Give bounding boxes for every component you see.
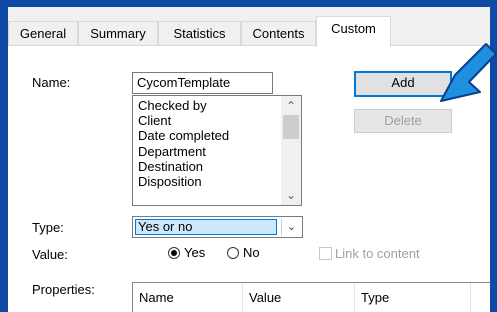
list-scrollbar[interactable]: ⌃ ⌄ bbox=[281, 96, 301, 205]
list-item[interactable]: Disposition bbox=[138, 174, 229, 189]
tab-contents[interactable]: Contents bbox=[241, 21, 316, 45]
value-label: Value: bbox=[32, 247, 68, 262]
custom-tab-content: Name: CycomTemplate Checked by Client Da… bbox=[8, 46, 490, 312]
tab-summary[interactable]: Summary bbox=[78, 21, 158, 45]
name-options-items: Checked by Client Date completed Departm… bbox=[138, 98, 229, 189]
properties-table[interactable]: Name Value Type bbox=[132, 282, 490, 312]
properties-label: Properties: bbox=[32, 282, 95, 297]
name-label: Name: bbox=[32, 75, 71, 90]
list-item[interactable]: Client bbox=[138, 113, 229, 128]
list-item[interactable]: Date completed bbox=[138, 128, 229, 143]
name-options-list[interactable]: Checked by Client Date completed Departm… bbox=[132, 95, 302, 206]
radio-yes[interactable] bbox=[168, 247, 180, 259]
radio-no[interactable] bbox=[227, 247, 239, 259]
column-header-name[interactable]: Name bbox=[133, 283, 243, 312]
tab-strip: General Summary Statistics Contents Cust… bbox=[8, 7, 490, 47]
chevron-down-icon[interactable]: ⌄ bbox=[281, 218, 301, 236]
type-select-value: Yes or no bbox=[135, 219, 277, 235]
tab-general[interactable]: General bbox=[8, 21, 78, 45]
type-label: Type: bbox=[32, 220, 64, 235]
link-to-content-checkbox[interactable] bbox=[319, 247, 332, 260]
delete-button[interactable]: Delete bbox=[354, 109, 452, 133]
column-header-value[interactable]: Value bbox=[243, 283, 355, 312]
link-to-content-label: Link to content bbox=[335, 246, 420, 261]
name-input[interactable]: CycomTemplate bbox=[132, 72, 273, 94]
add-button[interactable]: Add bbox=[354, 71, 452, 97]
window-frame-right bbox=[490, 0, 497, 312]
scroll-thumb[interactable] bbox=[283, 115, 299, 139]
window-frame-left bbox=[0, 0, 8, 312]
list-item[interactable]: Checked by bbox=[138, 98, 229, 113]
radio-no-label[interactable]: No bbox=[243, 245, 260, 260]
tab-custom[interactable]: Custom bbox=[316, 16, 391, 47]
tab-statistics[interactable]: Statistics bbox=[158, 21, 241, 45]
value-radio-group: Yes No bbox=[132, 243, 302, 265]
radio-yes-label[interactable]: Yes bbox=[184, 245, 205, 260]
column-header-type[interactable]: Type bbox=[355, 283, 471, 312]
list-item[interactable]: Destination bbox=[138, 159, 229, 174]
scroll-up-icon[interactable]: ⌃ bbox=[281, 98, 301, 114]
list-item[interactable]: Department bbox=[138, 144, 229, 159]
window-frame-top bbox=[0, 0, 497, 7]
type-select[interactable]: Yes or no ⌄ bbox=[132, 216, 303, 238]
properties-dialog: General Summary Statistics Contents Cust… bbox=[8, 7, 490, 312]
scroll-down-icon[interactable]: ⌄ bbox=[281, 187, 301, 203]
